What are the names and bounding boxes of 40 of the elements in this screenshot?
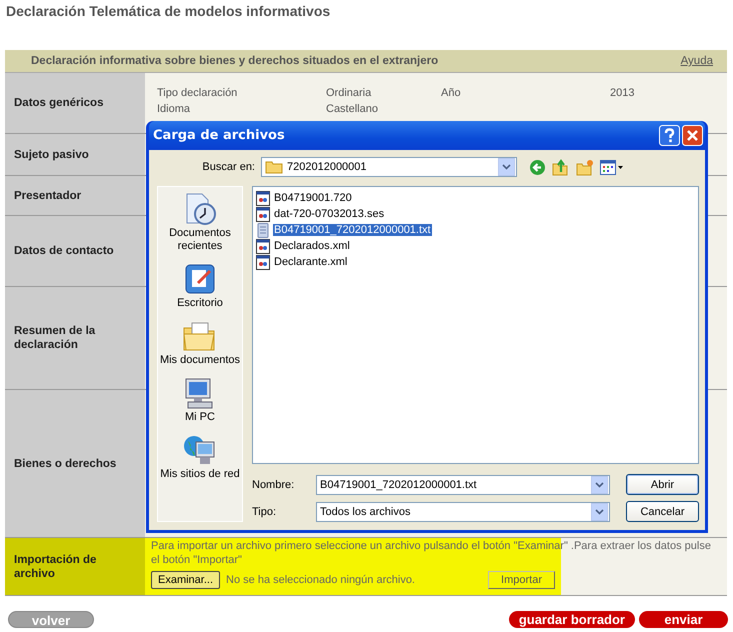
row-label: Presentador — [5, 176, 145, 215]
file-item[interactable]: B04719001.720 — [256, 190, 695, 206]
file-status: No se ha seleccionado ningún archivo. — [226, 574, 416, 586]
help-link[interactable]: Ayuda — [680, 55, 713, 67]
row-label: Bienes o derechos — [5, 390, 145, 537]
field-value: 2013 — [610, 87, 636, 99]
row-label: Resumen de la declaración — [5, 287, 145, 389]
import-button[interactable]: Importar — [488, 571, 555, 589]
row-label: Importación de archivo — [5, 538, 145, 595]
file-name-label: Nombre: — [252, 478, 296, 490]
action-button[interactable]: guardar borrador — [508, 611, 635, 628]
field-label: Tipo declaración — [157, 87, 238, 99]
file-type-label: Tipo: — [252, 506, 278, 518]
file-name-field[interactable]: B04719001_7202012000001.txt — [316, 474, 610, 494]
field-label: Idioma — [157, 103, 192, 115]
file-item[interactable]: Declarante.xml — [256, 254, 695, 270]
places-item[interactable]: Mis sitios de red — [160, 432, 240, 481]
file-item[interactable]: dat-720-07032013.ses — [256, 206, 695, 222]
places-item[interactable]: Documentos recientes — [158, 191, 242, 253]
section-title: Declaración informativa sobre bienes y derechos situados en el extranjero — [31, 55, 438, 67]
row-label: Datos genéricos — [5, 73, 145, 133]
look-in-dropdown[interactable]: 7202012000001 — [261, 157, 517, 177]
page-title: Declaración Telemática de modelos informativos — [5, 2, 332, 21]
dialog-title: Carga de archivos — [153, 128, 286, 143]
row-label: Sujeto pasivo — [5, 134, 145, 175]
file-item[interactable]: B04719001_7202012000001.txt — [256, 222, 695, 238]
places-item[interactable]: Escritorio — [177, 261, 223, 310]
open-button[interactable]: Abrir — [626, 474, 699, 495]
places-item[interactable]: Mi PC — [182, 375, 218, 424]
cancel-button[interactable]: Cancelar — [626, 501, 699, 522]
field-value: Ordinaria — [326, 87, 372, 99]
field-value: Castellano — [326, 103, 379, 115]
action-button[interactable]: enviar — [639, 611, 728, 628]
file-type-dropdown[interactable]: Todos los archivos — [316, 502, 610, 522]
browse-button[interactable]: Examinar... — [151, 571, 220, 589]
row-label: Datos de contacto — [5, 216, 145, 286]
places-item[interactable]: Mis documentos — [160, 318, 240, 367]
look-in-label: Buscar en: — [201, 161, 256, 173]
field-label: Año — [441, 87, 462, 99]
file-item[interactable]: Declarados.xml — [256, 238, 695, 254]
